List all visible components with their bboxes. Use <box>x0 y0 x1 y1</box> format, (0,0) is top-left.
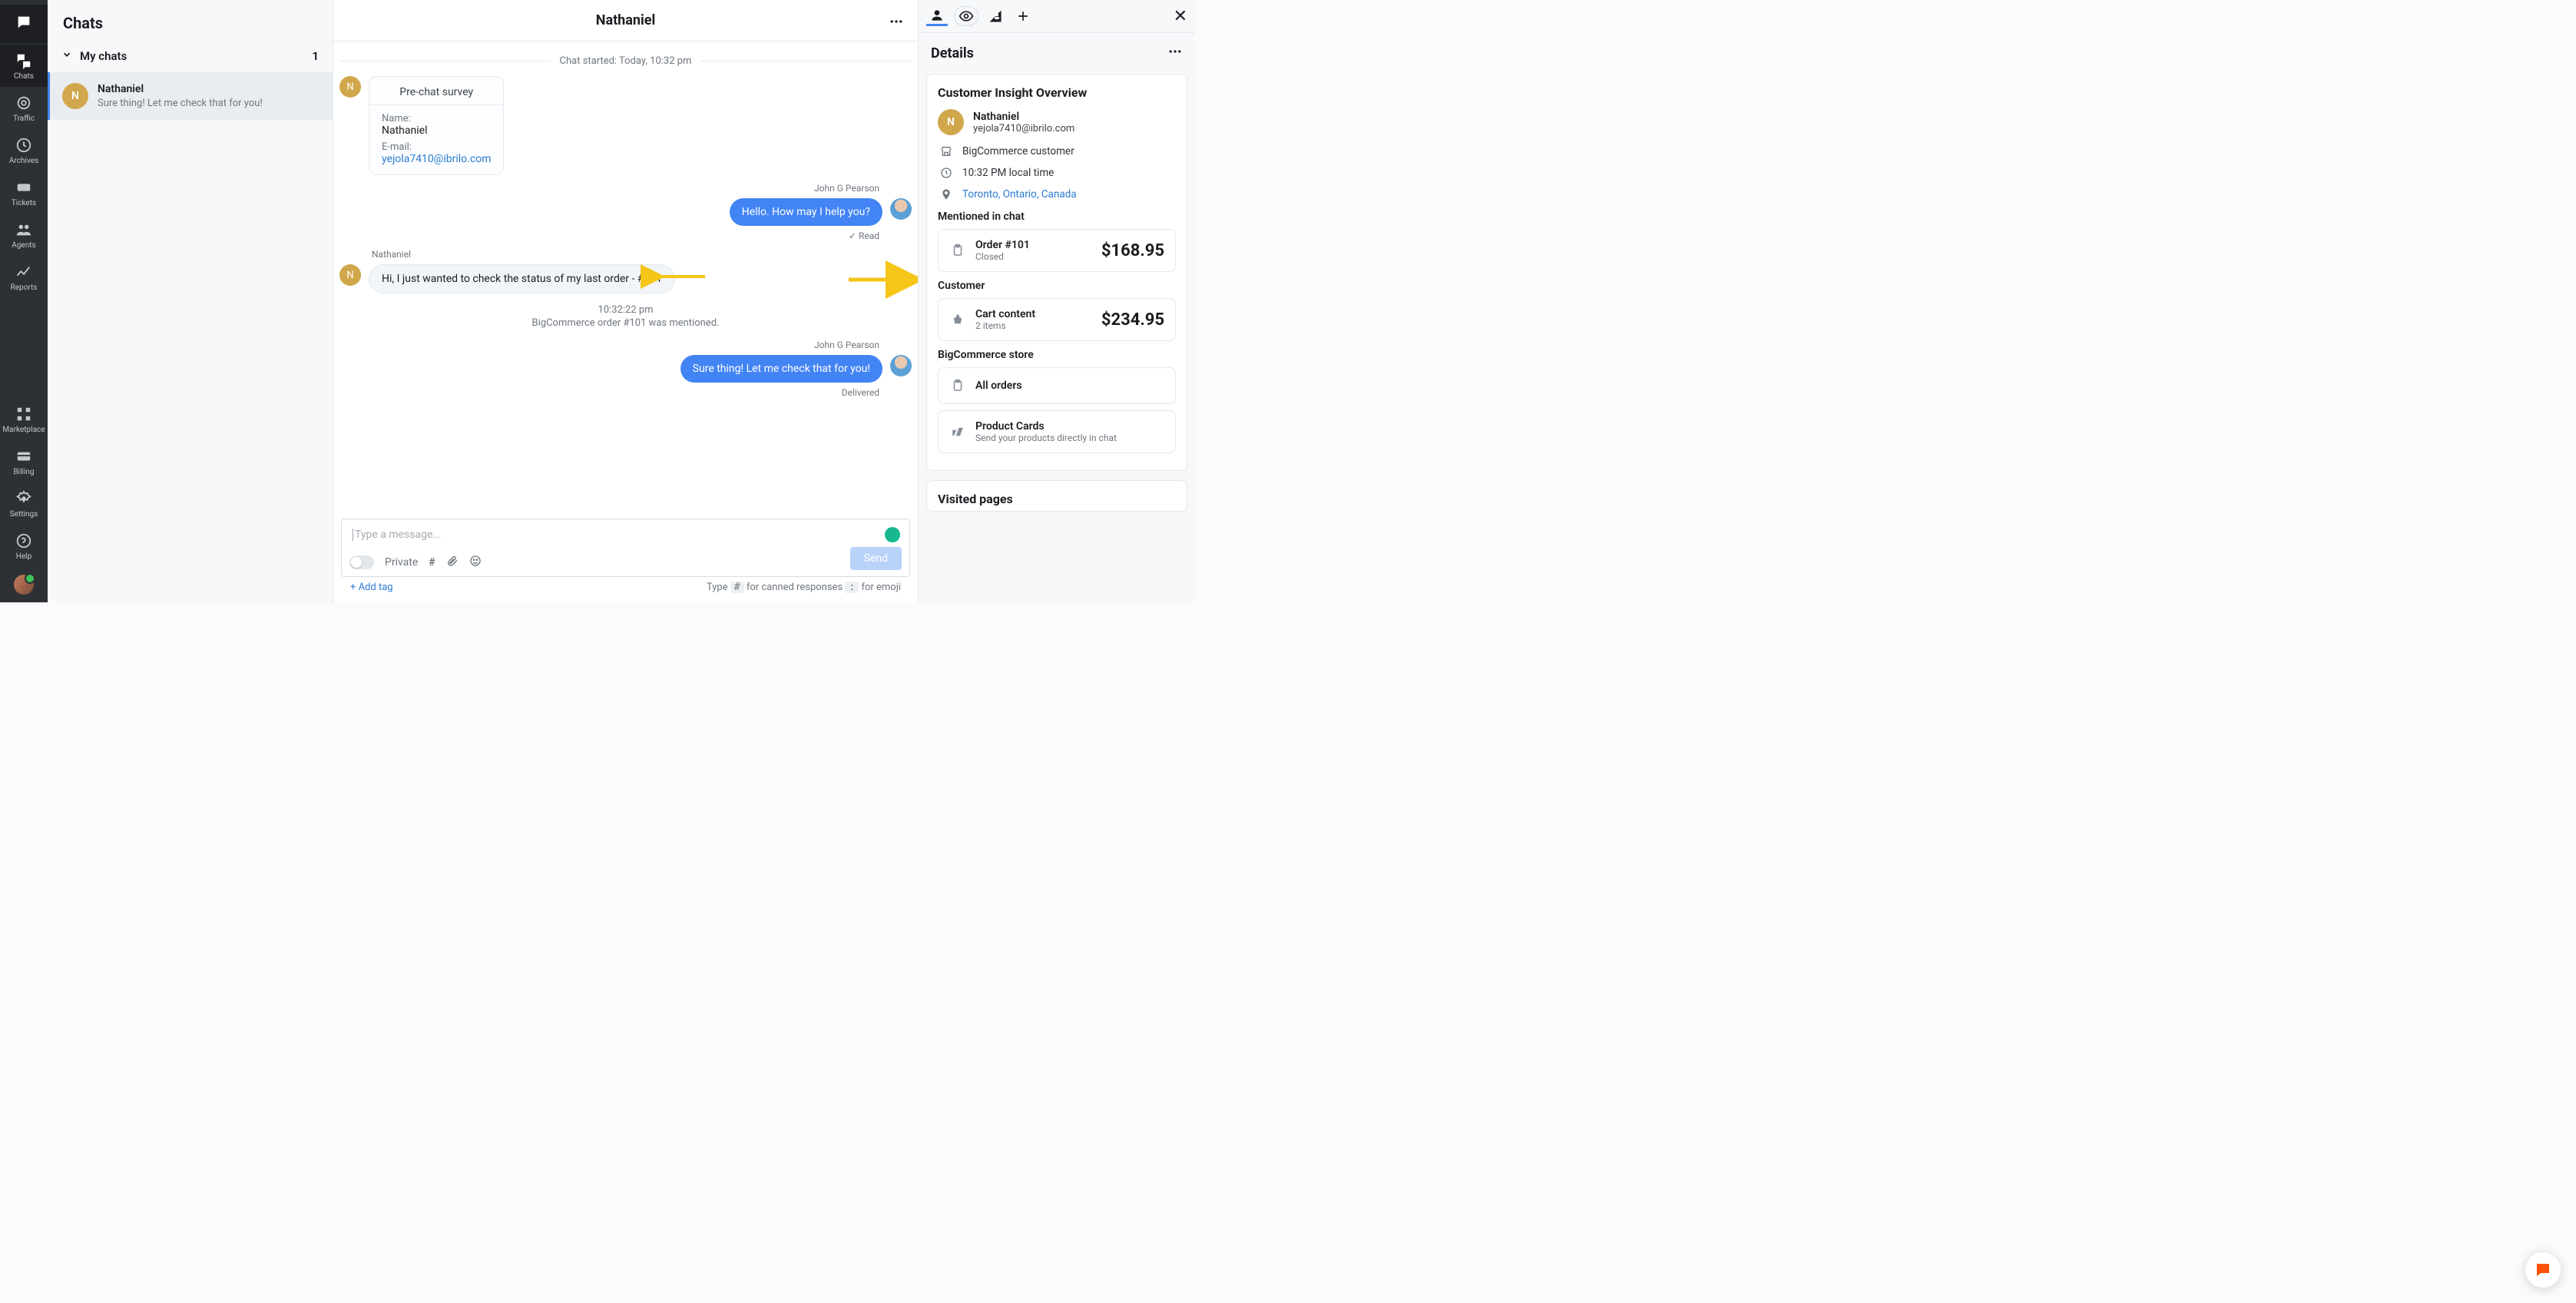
emoji-icon[interactable] <box>469 555 482 570</box>
visited-pages-card: Visited pages <box>926 480 1187 512</box>
order-price: $168.95 <box>1101 241 1164 260</box>
chat-item-name: Nathaniel <box>98 83 263 95</box>
more-icon[interactable] <box>1167 44 1183 63</box>
tab-bigcommerce[interactable] <box>985 6 1006 26</box>
nav-agents[interactable]: Agents <box>0 214 48 256</box>
system-event: 10:32:22 pm BigCommerce order #101 was m… <box>339 304 912 329</box>
nav-settings[interactable]: Settings <box>0 482 48 525</box>
grammarly-icon[interactable] <box>885 527 900 542</box>
customer-insight-card: Customer Insight Overview N Nathaniel ye… <box>926 74 1187 471</box>
chat-item-snippet: Sure thing! Let me check that for you! <box>98 98 263 109</box>
chat-group-mychats[interactable]: My chats 1 <box>48 40 333 72</box>
more-icon[interactable] <box>889 14 904 33</box>
nav-reports[interactable]: Reports <box>0 256 48 298</box>
delivered-status: Delivered <box>339 387 879 398</box>
message-composer[interactable]: Type a message... Private # Send <box>341 519 910 577</box>
nav-traffic[interactable]: Traffic <box>0 87 48 129</box>
avatar: N <box>62 83 88 109</box>
nav-billing[interactable]: Billing <box>0 440 48 482</box>
store-section: BigCommerce store <box>938 349 1176 361</box>
private-label: Private <box>385 556 418 569</box>
attachment-icon[interactable] <box>446 555 459 570</box>
nav-marketplace[interactable]: Marketplace <box>0 398 48 440</box>
prechat-survey-card: Pre-chat survey Name: Nathaniel E-mail: … <box>369 76 504 175</box>
clock-icon <box>938 164 955 181</box>
send-button[interactable]: Send <box>850 547 902 570</box>
customer-name: Nathaniel <box>973 111 1074 123</box>
chat-list-title: Chats <box>48 0 333 40</box>
private-toggle[interactable] <box>349 555 374 569</box>
message-bubble: Hello. How may I help you? <box>730 198 882 226</box>
annotation-arrow <box>846 266 918 297</box>
read-status: Read <box>339 230 879 241</box>
agent-avatar <box>890 355 912 376</box>
annotation-arrow <box>654 267 708 289</box>
chat-start-divider: Chat started: Today, 10:32 pm <box>339 55 912 67</box>
chat-list-panel: Chats My chats 1 N Nathaniel Sure thing!… <box>48 0 333 602</box>
tab-customer[interactable] <box>926 6 948 26</box>
avatar: N <box>339 76 361 98</box>
details-tabs: ✕ <box>919 0 1195 33</box>
order-tile[interactable]: Order #101 Closed $168.95 <box>938 229 1176 272</box>
sender-label: John G Pearson <box>339 340 879 350</box>
details-panel: ✕ Details Customer Insight Overview N Na… <box>919 0 1195 602</box>
sender-label: John G Pearson <box>339 183 879 194</box>
nav-help[interactable]: Help <box>0 525 48 567</box>
clipboard-icon <box>949 242 966 259</box>
basket-icon <box>949 311 966 328</box>
left-rail: Chats Traffic Archives Tickets Agents Re… <box>0 0 48 602</box>
cart-tile[interactable]: Cart content 2 items $234.95 <box>938 298 1176 341</box>
survey-email-link[interactable]: yejola7410@ibrilo.com <box>382 153 491 165</box>
details-title: Details <box>931 45 974 61</box>
customer-email: yejola7410@ibrilo.com <box>973 123 1074 134</box>
cart-price: $234.95 <box>1101 310 1164 330</box>
current-user-avatar[interactable] <box>14 575 34 595</box>
mentioned-section: Mentioned in chat <box>938 211 1176 223</box>
conversation-header: Nathaniel <box>333 0 918 41</box>
composer-placeholder: Type a message... <box>353 529 441 541</box>
clipboard-icon <box>949 377 966 394</box>
message-bubble: Sure thing! Let me check that for you! <box>680 355 882 383</box>
add-tag-link[interactable]: + Add tag <box>350 582 393 593</box>
agent-avatar <box>890 198 912 220</box>
tag-icon <box>949 423 966 440</box>
chevron-down-icon <box>61 49 72 63</box>
conversation-panel: Nathaniel Chat started: Today, 10:32 pm … <box>333 0 919 602</box>
avatar: N <box>339 264 361 286</box>
tab-visibility[interactable] <box>954 6 978 26</box>
chat-group-count: 1 <box>312 49 319 63</box>
store-icon <box>938 143 955 160</box>
all-orders-tile[interactable]: All orders <box>938 367 1176 404</box>
close-icon[interactable]: ✕ <box>1174 7 1187 26</box>
nav-archives[interactable]: Archives <box>0 129 48 171</box>
customer-section: Customer <box>938 280 1176 292</box>
avatar: N <box>938 109 964 135</box>
tab-add[interactable] <box>1012 6 1034 26</box>
help-fab[interactable] <box>2525 1252 2561 1288</box>
product-cards-tile[interactable]: Product Cards Send your products directl… <box>938 410 1176 453</box>
nav-tickets[interactable]: Tickets <box>0 171 48 214</box>
nav-chats[interactable]: Chats <box>0 45 48 87</box>
location-link[interactable]: Toronto, Ontario, Canada <box>962 188 1077 201</box>
message-bubble: Hi, I just wanted to check the status of… <box>369 264 675 293</box>
sender-label: Nathaniel <box>372 249 912 260</box>
app-logo[interactable] <box>0 5 48 43</box>
chat-list-item[interactable]: N Nathaniel Sure thing! Let me check tha… <box>48 72 333 120</box>
conversation-title: Nathaniel <box>596 12 655 28</box>
hash-icon[interactable]: # <box>429 556 435 569</box>
location-icon <box>938 186 955 203</box>
composer-hints: Type # for canned responses : for emoji <box>707 582 901 593</box>
